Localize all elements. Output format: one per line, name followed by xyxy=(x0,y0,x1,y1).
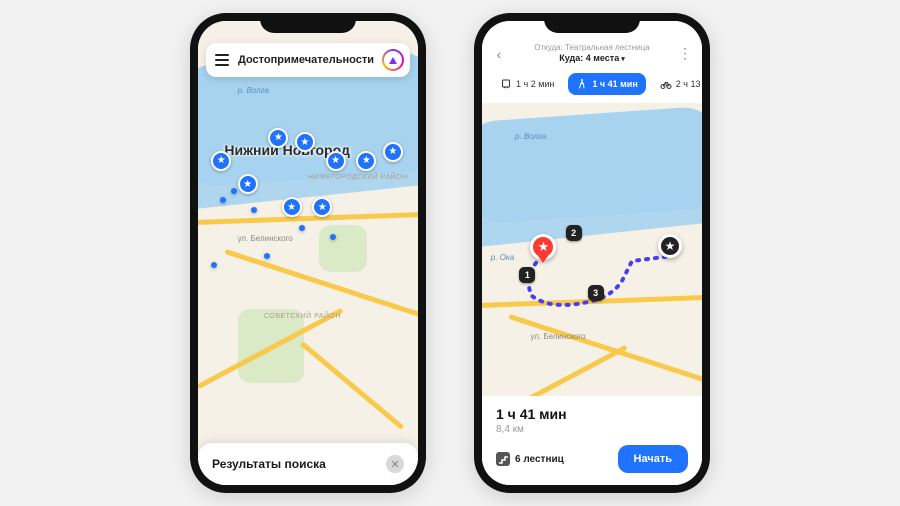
bike-icon xyxy=(660,78,672,90)
search-bar[interactable]: Достопримечательности xyxy=(206,43,410,77)
summary-distance: 8,4 км xyxy=(496,424,688,435)
poi-pin[interactable] xyxy=(282,197,302,217)
stairs-icon xyxy=(496,452,510,466)
mode-transit[interactable]: 1 ч 2 мин xyxy=(492,73,562,95)
poi-pin[interactable] xyxy=(211,151,231,171)
route-header: ‹ Откуда: Театральная лестница Куда: 4 м… xyxy=(482,21,702,103)
phone-left: р. Волга Нижний Новгород НИЖЕГОРОДСКИЙ Р… xyxy=(190,13,426,493)
street-label: ул. Белинского xyxy=(238,234,293,243)
waypoint-2[interactable]: 2 xyxy=(566,225,582,241)
walk-icon xyxy=(576,78,588,90)
poi-dot[interactable] xyxy=(264,253,270,259)
back-icon[interactable]: ‹ xyxy=(490,46,508,62)
stairs-chip[interactable]: 6 лестниц xyxy=(496,452,564,466)
route-title-block[interactable]: Откуда: Театральная лестница Куда: 4 мес… xyxy=(514,43,670,65)
mode-bike[interactable]: 2 ч 13 мин xyxy=(652,73,702,95)
waypoint-3[interactable]: 3 xyxy=(588,285,604,301)
menu-icon[interactable] xyxy=(212,54,232,66)
start-button[interactable]: Начать xyxy=(618,445,688,473)
results-title: Результаты поиска xyxy=(212,457,386,471)
mode-walk[interactable]: 1 ч 41 мин xyxy=(568,73,645,95)
results-sheet[interactable]: Результаты поиска ✕ xyxy=(198,443,418,485)
more-icon[interactable]: ⋮ xyxy=(676,45,694,62)
map-left[interactable]: р. Волга Нижний Новгород НИЖЕГОРОДСКИЙ Р… xyxy=(198,21,418,485)
poi-dot[interactable] xyxy=(251,207,257,213)
river-label: р. Волга xyxy=(515,132,546,141)
poi-pin[interactable] xyxy=(383,142,403,162)
bus-icon xyxy=(500,78,512,90)
summary-time: 1 ч 41 мин xyxy=(496,406,688,422)
voice-assistant-icon[interactable] xyxy=(382,49,404,71)
river-label: р. Волга xyxy=(238,86,269,95)
route-summary-sheet: 1 ч 41 мин 8,4 км 6 лестниц Начать xyxy=(482,396,702,485)
poi-pin[interactable] xyxy=(326,151,346,171)
screen-right: р. Волга р. Ока ул. Белинского ★ 1 2 3 ★… xyxy=(482,21,702,485)
phone-right: р. Волга р. Ока ул. Белинского ★ 1 2 3 ★… xyxy=(474,13,710,493)
close-icon[interactable]: ✕ xyxy=(386,455,404,473)
poi-dot[interactable] xyxy=(231,188,237,194)
river2-label: р. Ока xyxy=(491,253,514,262)
district-label-1: НИЖЕГОРОДСКИЙ РАЙОН xyxy=(308,174,408,181)
route-from: Откуда: Театральная лестница xyxy=(514,43,670,53)
street-label: ул. Белинского xyxy=(530,332,585,341)
poi-pin[interactable] xyxy=(268,128,288,148)
route-to: Куда: 4 места▾ xyxy=(514,53,670,65)
poi-pin[interactable] xyxy=(238,174,258,194)
district-label-2: СОВЕТСКИЙ РАЙОН xyxy=(264,313,341,320)
transport-modes: 1 ч 2 мин 1 ч 41 мин 2 ч 13 мин xyxy=(490,73,694,97)
screen-left: р. Волга Нижний Новгород НИЖЕГОРОДСКИЙ Р… xyxy=(198,21,418,485)
waypoint-1[interactable]: 1 xyxy=(519,267,535,283)
search-text: Достопримечательности xyxy=(232,54,382,66)
